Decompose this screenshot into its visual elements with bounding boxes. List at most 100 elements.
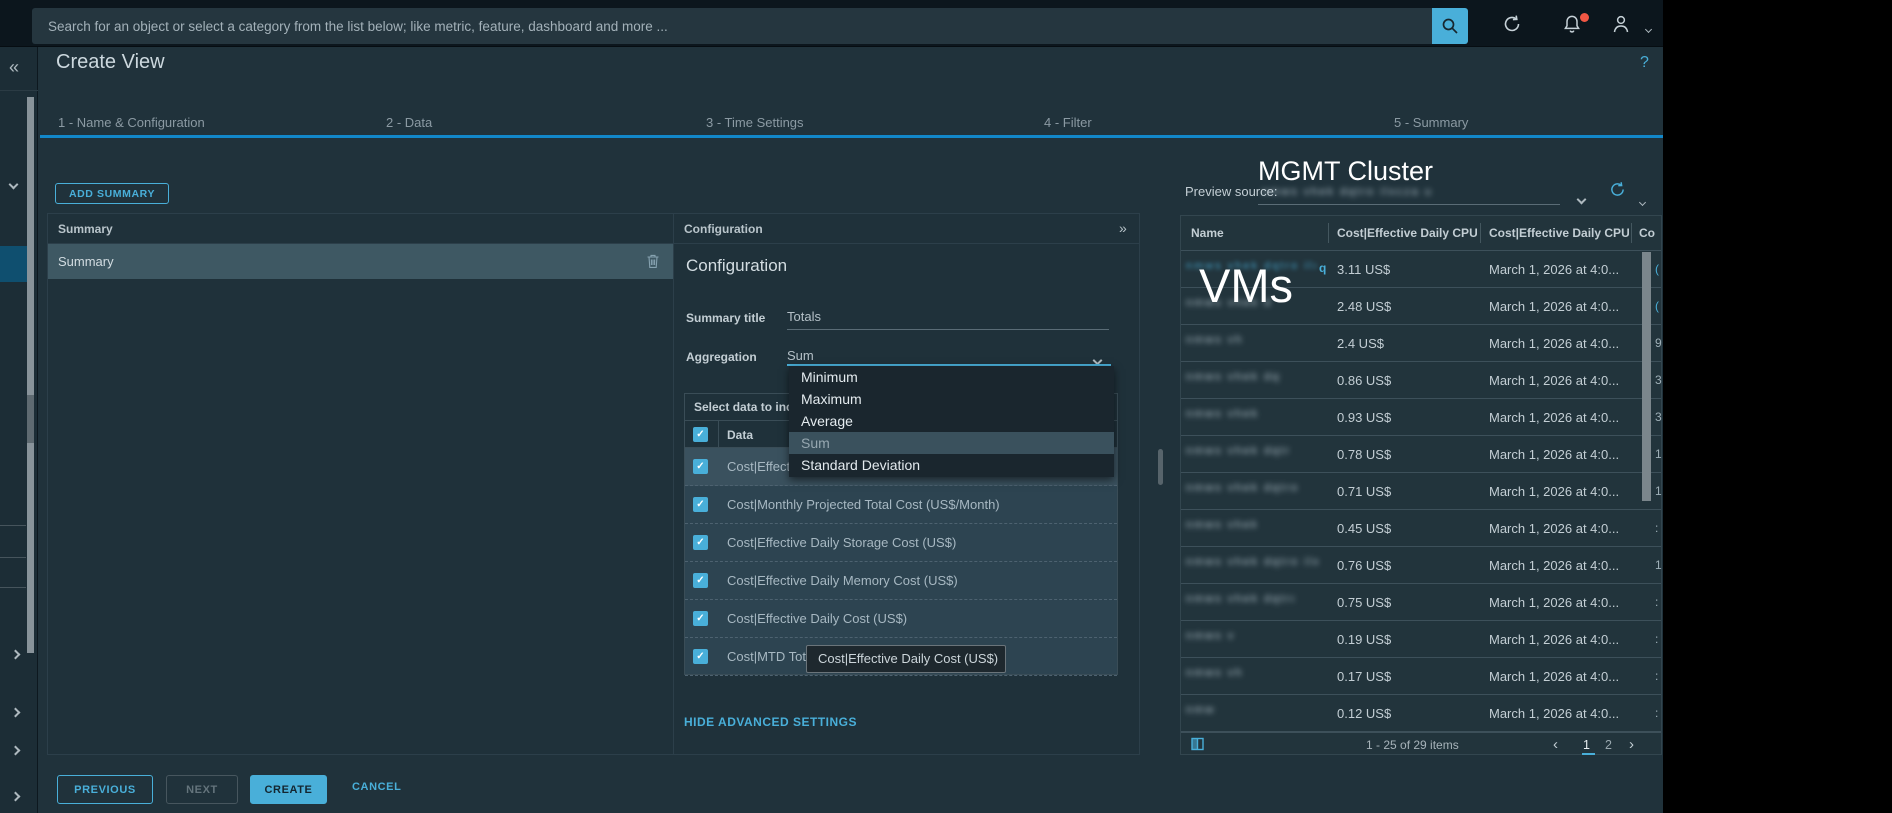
checkbox-checked-icon[interactable]: ✓ (693, 459, 708, 474)
search-input[interactable] (32, 8, 1432, 44)
column-divider[interactable] (1480, 223, 1481, 243)
preview-scrollbar-thumb[interactable] (1642, 252, 1651, 501)
dropdown-option-average[interactable]: Average (789, 410, 1114, 432)
tree-chevron-right-icon[interactable] (10, 787, 21, 805)
data-row[interactable]: ✓ Cost|Effective Daily Cost (US$) (685, 600, 1117, 638)
data-row-label: Cost|Effective Daily Memory Cost (US$) (727, 573, 958, 588)
col-clipped[interactable]: Co (1639, 226, 1661, 240)
column-divider[interactable] (1328, 223, 1329, 243)
clipped-cell-fragment: : (1655, 595, 1659, 609)
data-row[interactable]: ✓ Cost|Effective Daily Storage Cost (US$) (685, 524, 1117, 562)
col-cost-2[interactable]: Cost|Effective Daily CPU ... (1489, 226, 1629, 240)
cost-cell: 0.19 US$ (1337, 632, 1392, 647)
create-button[interactable]: CREATE (250, 775, 327, 804)
redacted-name-cell[interactable]: nmws vhek dqtro ilxcza uvb (1186, 630, 1234, 648)
redacted-name-cell[interactable]: nmws vhek dqtro ilxcza uvb (1186, 445, 1291, 463)
summary-row-selected[interactable]: Summary (48, 244, 673, 279)
search-button[interactable] (1432, 8, 1468, 44)
refresh-icon[interactable] (1501, 13, 1523, 35)
delete-summary-trash-icon[interactable] (646, 253, 660, 269)
preview-source-chevron-down-icon[interactable] (1576, 190, 1587, 208)
aggregation-select[interactable]: Sum (787, 348, 814, 363)
summary-title-input[interactable]: Totals (787, 309, 821, 324)
add-summary-button[interactable]: ADD SUMMARY (55, 183, 169, 204)
preview-refresh-chevron-down-icon[interactable] (1638, 192, 1647, 210)
summary-row-label: Summary (58, 254, 114, 269)
user-icon[interactable] (1609, 12, 1631, 34)
tree-chevron-down-icon[interactable] (8, 175, 19, 193)
wizard-step-4[interactable]: 4 - Filter (1044, 115, 1092, 130)
page-2[interactable]: 2 (1605, 738, 1612, 752)
expand-panel-icon[interactable]: » (1119, 220, 1127, 236)
table-row[interactable]: nmws vhek dqtro ilxcza uvb 0.17 US$ March … (1181, 658, 1661, 695)
redacted-name-cell[interactable]: nmws vhek dqtro ilxcza uvb (1186, 408, 1261, 426)
collapse-sidebar-icon[interactable]: « (9, 57, 19, 78)
cost-cell: 2.48 US$ (1337, 299, 1392, 314)
col-name[interactable]: Name (1191, 226, 1224, 240)
data-row[interactable]: ✓ Cost|Monthly Projected Total Cost (US$/… (685, 486, 1117, 524)
next-button-disabled[interactable]: NEXT (166, 775, 238, 804)
table-row[interactable]: nmws vhek dqtro ilxcza uvb 2.4 US$ March 1… (1181, 325, 1662, 362)
redacted-name-cell[interactable]: nmws vhek dqtro ilxcza uvb (1186, 704, 1216, 722)
wizard-step-5[interactable]: 5 - Summary (1394, 115, 1468, 130)
cost-cell: 3.11 US$ (1337, 262, 1391, 277)
dropdown-option-standard-deviation[interactable]: Standard Deviation (789, 454, 1114, 476)
table-row[interactable]: nmws vhek dqtro ilxcza uvb 0.19 US$ March … (1181, 621, 1661, 658)
sidebar-scrollbar-thumb[interactable] (27, 395, 34, 443)
previous-button[interactable]: PREVIOUS (57, 775, 153, 804)
help-icon[interactable]: ? (1640, 54, 1649, 72)
redacted-name-cell[interactable]: nmws vhek dqtro ilxcza uvb (1186, 334, 1241, 352)
redacted-name-cell[interactable]: nmws vhek dqtro ilxcza uvb (1186, 556, 1318, 574)
table-row[interactable]: nmws vhek dqtro ilxcza uvb 0.86 US$ March … (1181, 362, 1662, 399)
page-previous-icon[interactable]: ‹ (1553, 736, 1558, 753)
hide-advanced-settings-link[interactable]: HIDE ADVANCED SETTINGS (684, 715, 857, 729)
dropdown-option-sum[interactable]: Sum (789, 432, 1114, 454)
cost-cell: 0.76 US$ (1337, 558, 1392, 573)
table-row[interactable]: nmws vhek dqtro ilxcza uvb 0.93 US$ March … (1181, 399, 1662, 436)
wizard-step-1[interactable]: 1 - Name & Configuration (58, 115, 205, 130)
preview-source-value-redacted[interactable]: nmws vhek dqtro ilxcza u (1262, 186, 1434, 204)
table-row[interactable]: nmws vhek dqtro ilxcza uvb 0.45 US$ March … (1181, 510, 1661, 547)
dropdown-option-maximum[interactable]: Maximum (789, 388, 1114, 410)
aggregation-label: Aggregation (686, 350, 757, 364)
checkbox-checked-icon[interactable]: ✓ (693, 535, 708, 550)
cancel-button[interactable]: CANCEL (352, 781, 401, 793)
summary-title-underline (787, 329, 1109, 330)
checkbox-checked-icon[interactable]: ✓ (693, 573, 708, 588)
redacted-name-cell[interactable]: nmws vhek dqtro ilxcza uvb (1186, 371, 1281, 389)
col-cost-1[interactable]: Cost|Effective Daily CPU ... (1337, 226, 1477, 240)
table-row[interactable]: nmws vhek dqtro ilxcza uvb 0.78 US$ March … (1181, 436, 1662, 473)
redacted-name-cell[interactable]: nmws vhek dqtro ilxcza uvb (1186, 667, 1241, 685)
column-divider[interactable] (1631, 223, 1632, 243)
dropdown-option-minimum[interactable]: Minimum (789, 366, 1114, 388)
timestamp-cell: March 1, 2026 at 4:0... (1489, 595, 1620, 610)
user-menu-chevron-down-icon[interactable] (1644, 19, 1653, 37)
tree-chevron-right-icon[interactable] (10, 741, 21, 759)
page-next-icon[interactable]: › (1629, 736, 1634, 753)
checkbox-checked-icon[interactable]: ✓ (693, 649, 708, 664)
preview-source-underline (1258, 204, 1560, 205)
data-row[interactable]: ✓ Cost|Effective Daily Memory Cost (US$) (685, 562, 1117, 600)
preview-refresh-icon[interactable] (1608, 180, 1627, 199)
wizard-step-3[interactable]: 3 - Time Settings (706, 115, 804, 130)
select-all-checkbox[interactable]: ✓ (693, 427, 708, 442)
redacted-name-cell[interactable]: nmws vhek dqtro ilxcza uvb (1186, 519, 1256, 537)
column-picker-icon[interactable] (1191, 737, 1205, 751)
redacted-name-cell[interactable]: nmws vhek dqtro ilxcza uvb (1186, 593, 1294, 611)
wizard-step-2[interactable]: 2 - Data (386, 115, 432, 130)
table-row[interactable]: nmws vhek dqtro ilxcza uvb 0.76 US$ March … (1181, 547, 1662, 584)
sidebar-selected-item[interactable] (0, 246, 27, 282)
data-row-label: Cost|MTD Tot (727, 649, 806, 664)
tree-chevron-right-icon[interactable] (10, 645, 21, 663)
sidebar-scrollbar[interactable] (27, 97, 34, 653)
redacted-name-cell[interactable]: nmws vhek dqtro ilxcza uvb (1186, 482, 1301, 500)
content-scrollbar-thumb[interactable] (1158, 449, 1163, 485)
checkbox-checked-icon[interactable]: ✓ (693, 611, 708, 626)
table-row[interactable]: nmws vhek dqtro ilxcza uvb 0.75 US$ March … (1181, 584, 1661, 621)
current-page-underline (1582, 753, 1595, 755)
table-row[interactable]: nmws vhek dqtro ilxcza uvb 0.12 US$ March … (1181, 695, 1661, 732)
table-row[interactable]: nmws vhek dqtro ilxcza uvb 0.71 US$ March … (1181, 473, 1662, 510)
checkbox-checked-icon[interactable]: ✓ (693, 497, 708, 512)
page-1[interactable]: 1 (1583, 738, 1590, 752)
tree-chevron-right-icon[interactable] (10, 703, 21, 721)
